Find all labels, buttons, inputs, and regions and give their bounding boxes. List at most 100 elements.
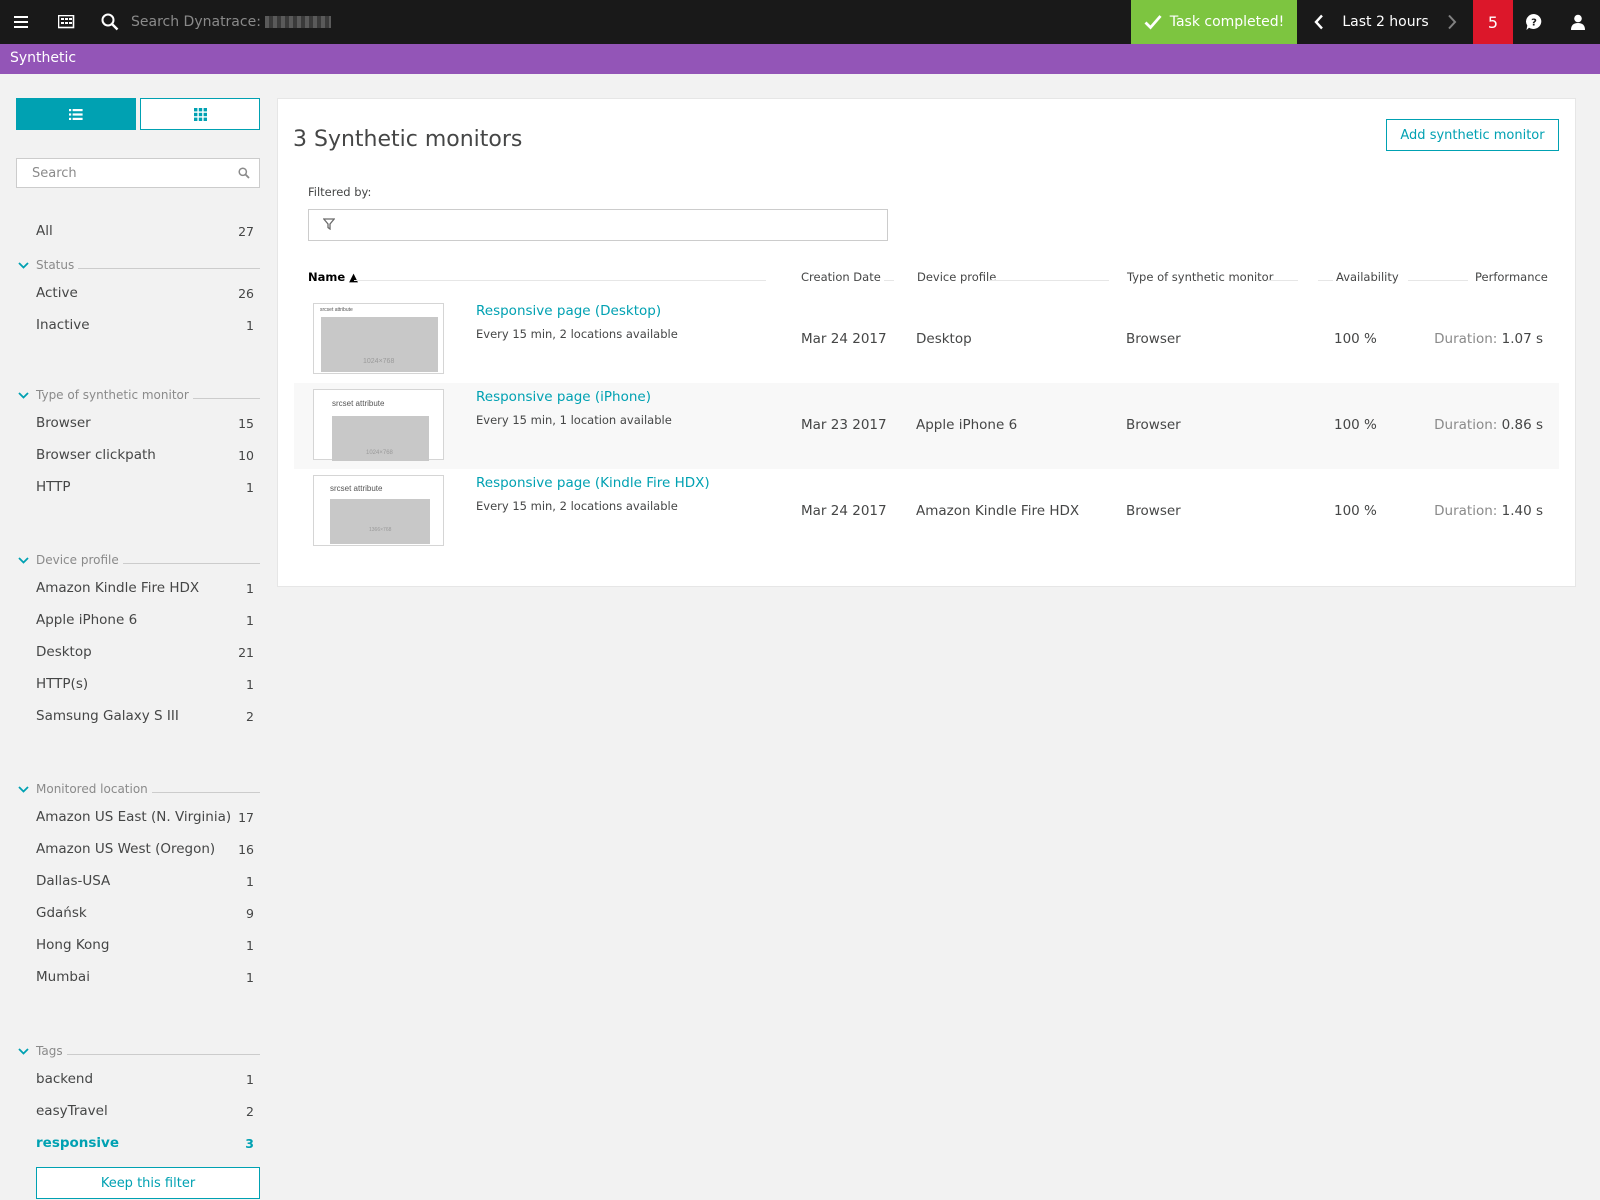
group-header-device-profile[interactable]: Device profile — [16, 550, 260, 570]
group-header-status[interactable]: Status — [16, 255, 260, 275]
search-icon[interactable] — [88, 0, 132, 44]
filter-location-us-east[interactable]: Amazon US East (N. Virginia) 17 — [36, 801, 260, 833]
table-row[interactable]: srcset attribute 1366×768 Responsive pag… — [294, 469, 1559, 555]
filter-count: 9 — [246, 905, 254, 921]
group-header-location[interactable]: Monitored location — [16, 779, 260, 799]
table-row[interactable]: srcset attribute 1024×768 Responsive pag… — [294, 297, 1559, 383]
column-header-availability[interactable]: Availability — [1336, 269, 1399, 285]
filter-label: Samsung Galaxy S III — [36, 708, 179, 724]
monitor-type: Browser — [1126, 503, 1181, 519]
table-row[interactable]: srcset attribute 1024×768 Responsive pag… — [294, 383, 1559, 469]
divider — [151, 791, 260, 793]
filter-count: 1 — [246, 612, 254, 628]
column-header-device-profile[interactable]: Device profile — [917, 269, 996, 285]
filtered-by-label: Filtered by: — [308, 185, 372, 199]
grid-icon — [193, 107, 207, 121]
filter-sidebar: All 27 Status Active 26 Inactive 1 Type … — [16, 98, 260, 1200]
group-header-tags[interactable]: Tags — [16, 1041, 260, 1061]
filter-count: 21 — [238, 644, 254, 660]
filter-input[interactable] — [308, 209, 888, 241]
filter-status-active[interactable]: Active 26 — [36, 277, 260, 309]
filter-label: Gdańsk — [36, 905, 87, 921]
filter-label: Browser — [36, 415, 91, 431]
problems-count-badge[interactable]: 5 — [1473, 0, 1513, 44]
help-icon[interactable]: ? — [1512, 0, 1556, 44]
filter-location-gdansk[interactable]: Gdańsk 9 — [36, 897, 260, 929]
column-header-creation-date[interactable]: Creation Date — [801, 269, 881, 285]
user-icon[interactable] — [1556, 0, 1600, 44]
page-screenshot-thumbnail: srcset attribute 1024×768 — [313, 303, 444, 374]
list-view-button[interactable] — [16, 98, 136, 130]
filter-location-hong-kong[interactable]: Hong Kong 1 — [36, 929, 260, 961]
sidebar-search-input[interactable] — [17, 159, 259, 187]
filter-device-iphone[interactable]: Apple iPhone 6 1 — [36, 604, 260, 636]
performance-label: Duration: — [1434, 503, 1498, 519]
monitor-type: Browser — [1126, 331, 1181, 347]
monitor-name-link[interactable]: Responsive page (Desktop) — [476, 303, 661, 319]
performance-label: Duration: — [1434, 331, 1498, 347]
timeframe-selector[interactable]: Last 2 hours — [1341, 0, 1430, 44]
timeframe-previous-button[interactable] — [1297, 0, 1341, 44]
monitor-name-link[interactable]: Responsive page (Kindle Fire HDX) — [476, 475, 710, 491]
creation-date: Mar 24 2017 — [801, 331, 887, 347]
filter-count: 17 — [238, 809, 254, 825]
monitor-schedule: Every 15 min, 2 locations available — [476, 327, 678, 341]
filter-tag-backend[interactable]: backend 1 — [36, 1063, 260, 1095]
menu-icon[interactable] — [0, 0, 44, 44]
filter-type-http[interactable]: HTTP 1 — [36, 471, 260, 503]
filter-count: 1 — [246, 937, 254, 953]
filter-label: Active — [36, 285, 78, 301]
filter-location-dallas[interactable]: Dallas-USA 1 — [36, 865, 260, 897]
group-title: Monitored location — [36, 782, 148, 796]
thumbnail-dimensions: 1024×768 — [366, 450, 393, 456]
filter-tag-easytravel[interactable]: easyTravel 2 — [36, 1095, 260, 1127]
app-title[interactable]: Synthetic — [10, 50, 76, 66]
app-title-bar: Synthetic — [0, 44, 1600, 74]
thumbnail-caption: srcset attribute — [332, 399, 385, 408]
monitor-name-link[interactable]: Responsive page (iPhone) — [476, 389, 651, 405]
filter-status-inactive[interactable]: Inactive 1 — [36, 309, 260, 341]
thumbnail-dimensions: 1024×768 — [363, 358, 395, 365]
monitor-schedule: Every 15 min, 1 location available — [476, 413, 672, 427]
chevron-down-icon — [16, 556, 36, 564]
availability: 100 % — [1334, 417, 1377, 433]
column-header-type[interactable]: Type of synthetic monitor — [1127, 269, 1273, 285]
filter-count: 10 — [238, 447, 254, 463]
group-header-type[interactable]: Type of synthetic monitor — [16, 385, 260, 405]
filter-count: 1 — [246, 1071, 254, 1087]
filter-tag-responsive[interactable]: responsive 3 — [36, 1127, 260, 1159]
timeframe-next-button[interactable] — [1430, 0, 1474, 44]
filter-device-galaxy[interactable]: Samsung Galaxy S III 2 — [36, 700, 260, 732]
filter-label: Mumbai — [36, 969, 90, 985]
device-profile: Apple iPhone 6 — [916, 417, 1018, 433]
filter-location-us-west[interactable]: Amazon US West (Oregon) 16 — [36, 833, 260, 865]
chevron-left-icon — [1314, 14, 1323, 30]
task-completed-banner: Task completed! — [1131, 0, 1297, 44]
filter-type-browser-clickpath[interactable]: Browser clickpath 10 — [36, 439, 260, 471]
column-header-performance[interactable]: Performance — [1475, 269, 1548, 285]
global-search-input[interactable]: Search Dynatrace: — [131, 0, 331, 44]
filter-label: Browser clickpath — [36, 447, 156, 463]
filter-device-https[interactable]: HTTP(s) 1 — [36, 668, 260, 700]
tile-view-button[interactable] — [140, 98, 260, 130]
performance-value: 1.40 s — [1501, 503, 1543, 519]
filter-location-mumbai[interactable]: Mumbai 1 — [36, 961, 260, 993]
column-header-name[interactable]: Name ▲ — [308, 269, 358, 285]
divider — [78, 267, 260, 269]
filter-count: 1 — [246, 580, 254, 596]
group-title: Device profile — [36, 553, 119, 567]
filter-all[interactable]: All 27 — [36, 215, 260, 247]
keep-filter-button[interactable]: Keep this filter — [36, 1167, 260, 1199]
filter-device-kindle[interactable]: Amazon Kindle Fire HDX 1 — [36, 572, 260, 604]
add-synthetic-monitor-button[interactable]: Add synthetic monitor — [1386, 119, 1559, 151]
group-title: Tags — [36, 1044, 63, 1058]
group-title: Status — [36, 258, 75, 272]
filter-device-desktop[interactable]: Desktop 21 — [36, 636, 260, 668]
header-divider — [1318, 280, 1333, 281]
filter-count: 27 — [238, 223, 254, 239]
divider — [192, 397, 260, 399]
filter-count: 3 — [245, 1135, 254, 1151]
dashboard-icon[interactable] — [44, 0, 88, 44]
filter-count: 15 — [238, 415, 254, 431]
filter-type-browser[interactable]: Browser 15 — [36, 407, 260, 439]
